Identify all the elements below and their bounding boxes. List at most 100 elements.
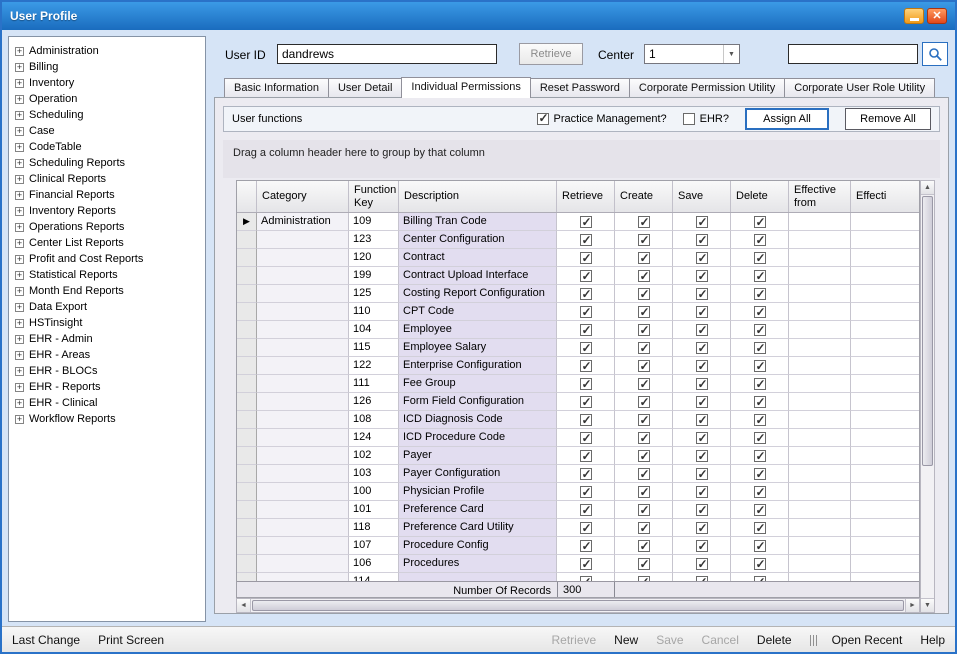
expand-plus-icon[interactable]: + <box>15 63 24 72</box>
table-row[interactable]: ▶ 114 <box>237 573 919 581</box>
row-selector-cell[interactable]: ▶ <box>237 447 257 465</box>
delete-checkbox[interactable] <box>754 432 766 444</box>
user-id-input[interactable] <box>277 44 497 64</box>
tree-item[interactable]: + Administration <box>13 43 201 59</box>
tree-item[interactable]: + Clinical Reports <box>13 171 201 187</box>
row-selector-cell[interactable]: ▶ <box>237 519 257 537</box>
status-command[interactable]: Print Screen <box>98 633 164 647</box>
status-command[interactable]: Cancel <box>702 633 739 647</box>
ehr-checkbox[interactable]: EHR? <box>683 113 729 125</box>
horizontal-scroll-thumb[interactable] <box>252 600 904 611</box>
table-row[interactable]: ▶ 108 ICD Diagnosis Code <box>237 411 919 429</box>
expand-plus-icon[interactable]: + <box>15 79 24 88</box>
expand-plus-icon[interactable]: + <box>15 207 24 216</box>
save-checkbox[interactable] <box>696 252 708 264</box>
expand-plus-icon[interactable]: + <box>15 319 24 328</box>
tab[interactable]: Basic Information <box>224 78 329 97</box>
create-checkbox[interactable] <box>638 216 650 228</box>
expand-plus-icon[interactable]: + <box>15 255 24 264</box>
expand-plus-icon[interactable]: + <box>15 271 24 280</box>
row-selector-cell[interactable]: ▶ <box>237 321 257 339</box>
save-checkbox[interactable] <box>696 378 708 390</box>
retrieve-checkbox[interactable] <box>580 414 592 426</box>
row-selector-cell[interactable]: ▶ <box>237 501 257 519</box>
row-selector-cell[interactable]: ▶ <box>237 357 257 375</box>
row-selector-cell[interactable]: ▶ <box>237 231 257 249</box>
tab[interactable]: User Detail <box>328 78 402 97</box>
retrieve-checkbox[interactable] <box>580 288 592 300</box>
save-checkbox[interactable] <box>696 540 708 552</box>
save-checkbox[interactable] <box>696 342 708 354</box>
tree-item[interactable]: + Workflow Reports <box>13 411 201 427</box>
save-checkbox[interactable] <box>696 504 708 516</box>
delete-checkbox[interactable] <box>754 504 766 516</box>
save-checkbox[interactable] <box>696 450 708 462</box>
retrieve-checkbox[interactable] <box>580 234 592 246</box>
create-checkbox[interactable] <box>638 396 650 408</box>
expand-plus-icon[interactable]: + <box>15 415 24 424</box>
row-selector-cell[interactable]: ▶ <box>237 573 257 581</box>
save-checkbox[interactable] <box>696 576 708 582</box>
save-checkbox[interactable] <box>696 432 708 444</box>
tree-item[interactable]: + HSTinsight <box>13 315 201 331</box>
delete-checkbox[interactable] <box>754 288 766 300</box>
row-selector-cell[interactable]: ▶ <box>237 249 257 267</box>
expand-plus-icon[interactable]: + <box>15 351 24 360</box>
save-checkbox[interactable] <box>696 216 708 228</box>
expand-plus-icon[interactable]: + <box>15 191 24 200</box>
row-selector-cell[interactable]: ▶ <box>237 213 257 231</box>
create-checkbox[interactable] <box>638 252 650 264</box>
table-row[interactable]: ▶ 103 Payer Configuration <box>237 465 919 483</box>
tree-item[interactable]: + Inventory Reports <box>13 203 201 219</box>
column-header-description[interactable]: Description <box>399 181 557 212</box>
retrieve-checkbox[interactable] <box>580 324 592 336</box>
expand-plus-icon[interactable]: + <box>15 223 24 232</box>
row-selector-cell[interactable]: ▶ <box>237 393 257 411</box>
tree-item[interactable]: + Operation <box>13 91 201 107</box>
retrieve-checkbox[interactable] <box>580 450 592 462</box>
save-checkbox[interactable] <box>696 234 708 246</box>
delete-checkbox[interactable] <box>754 522 766 534</box>
delete-checkbox[interactable] <box>754 540 766 552</box>
table-row[interactable]: ▶ 115 Employee Salary <box>237 339 919 357</box>
status-command[interactable]: Retrieve <box>551 633 596 647</box>
table-row[interactable]: ▶ 104 Employee <box>237 321 919 339</box>
column-header-save[interactable]: Save <box>673 181 731 212</box>
row-selector-cell[interactable]: ▶ <box>237 267 257 285</box>
save-checkbox[interactable] <box>696 558 708 570</box>
table-row[interactable]: ▶ 199 Contract Upload Interface <box>237 267 919 285</box>
retrieve-checkbox[interactable] <box>580 540 592 552</box>
delete-checkbox[interactable] <box>754 396 766 408</box>
expand-plus-icon[interactable]: + <box>15 287 24 296</box>
status-command[interactable]: Last Change <box>12 633 80 647</box>
create-checkbox[interactable] <box>638 288 650 300</box>
delete-checkbox[interactable] <box>754 360 766 372</box>
tree-item[interactable]: + Month End Reports <box>13 283 201 299</box>
save-checkbox[interactable] <box>696 396 708 408</box>
table-row[interactable]: ▶ 101 Preference Card <box>237 501 919 519</box>
delete-checkbox[interactable] <box>754 252 766 264</box>
retrieve-checkbox[interactable] <box>580 270 592 282</box>
table-row[interactable]: ▶ 123 Center Configuration <box>237 231 919 249</box>
create-checkbox[interactable] <box>638 342 650 354</box>
minimize-button[interactable] <box>904 8 924 24</box>
create-checkbox[interactable] <box>638 540 650 552</box>
tree-item[interactable]: + EHR - Admin <box>13 331 201 347</box>
row-selector-cell[interactable]: ▶ <box>237 303 257 321</box>
table-row[interactable]: ▶ 111 Fee Group <box>237 375 919 393</box>
retrieve-checkbox[interactable] <box>580 342 592 354</box>
vertical-scrollbar[interactable]: ▲ ▼ <box>920 180 935 613</box>
group-by-area[interactable]: Drag a column header here to group by th… <box>223 140 940 178</box>
row-selector-cell[interactable]: ▶ <box>237 429 257 447</box>
row-selector-cell[interactable]: ▶ <box>237 339 257 357</box>
create-checkbox[interactable] <box>638 432 650 444</box>
tab[interactable]: Reset Password <box>530 78 630 97</box>
row-selector-cell[interactable]: ▶ <box>237 285 257 303</box>
expand-plus-icon[interactable]: + <box>15 383 24 392</box>
tab[interactable]: Corporate Permission Utility <box>629 78 785 97</box>
status-command[interactable]: Help <box>920 633 945 647</box>
create-checkbox[interactable] <box>638 360 650 372</box>
column-header-create[interactable]: Create <box>615 181 673 212</box>
column-header-effective-from[interactable]: Effective from <box>789 181 851 212</box>
table-row[interactable]: ▶ 118 Preference Card Utility <box>237 519 919 537</box>
